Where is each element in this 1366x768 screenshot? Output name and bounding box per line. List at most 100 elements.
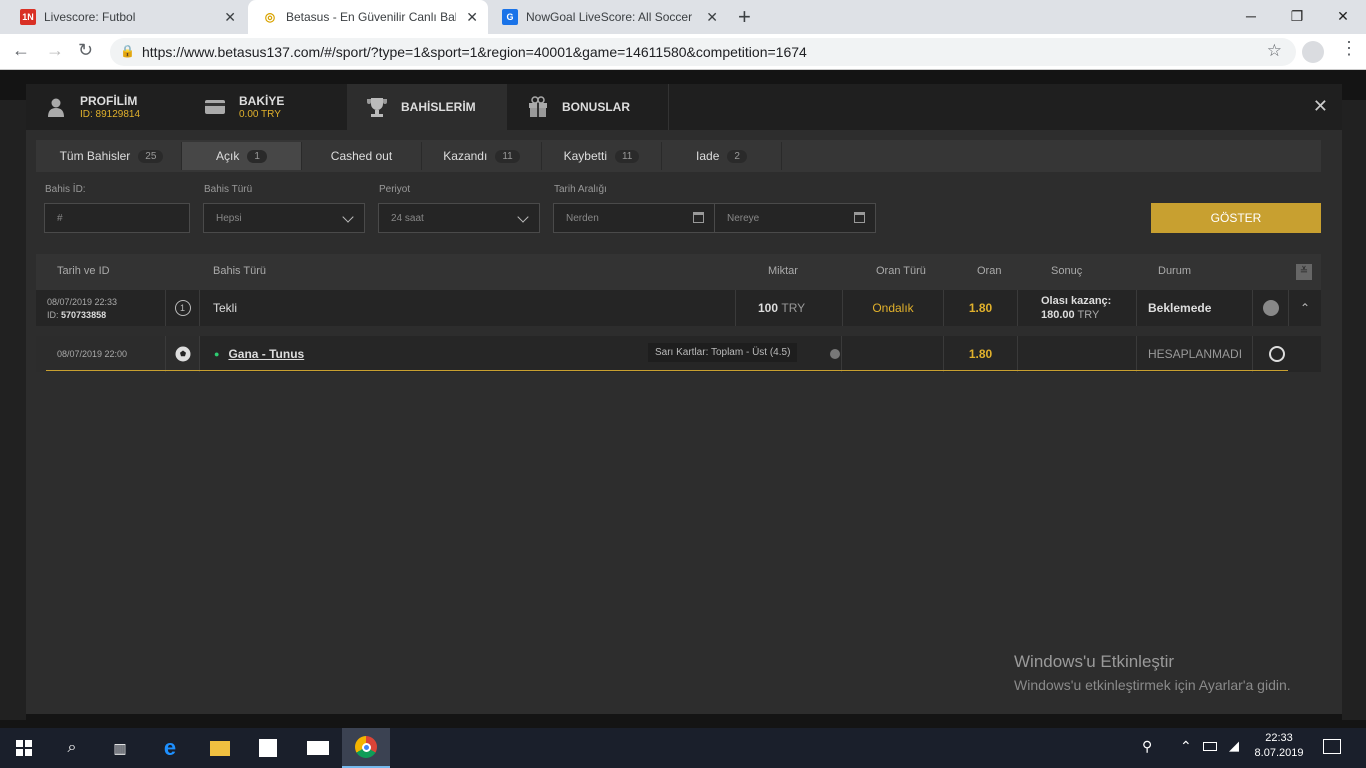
browser-tab-strip: 1N Livescore: Futbol ✕ ◎ Betasus - En Gü… bbox=[0, 0, 1366, 34]
tab-title: Betasus - En Güvenilir Canlı Bahis bbox=[286, 10, 456, 24]
header-date-id: Tarih ve ID bbox=[57, 265, 110, 277]
maximize-icon[interactable]: ❐ bbox=[1274, 0, 1320, 32]
notifications-icon[interactable] bbox=[1323, 739, 1341, 754]
profile-avatar-icon[interactable] bbox=[1302, 41, 1324, 63]
chevron-down-icon bbox=[517, 211, 529, 223]
date-to-input[interactable]: Nereye bbox=[714, 203, 876, 233]
filter-label: Kaybetti bbox=[563, 149, 607, 163]
clock-icon[interactable] bbox=[1269, 346, 1285, 362]
battery-icon[interactable] bbox=[1203, 742, 1217, 751]
close-tab-icon[interactable]: ✕ bbox=[466, 9, 478, 26]
filter-count: 25 bbox=[138, 149, 164, 163]
filter-tab-refund[interactable]: Iade 2 bbox=[662, 142, 782, 170]
bet-id-input[interactable]: # bbox=[44, 203, 190, 233]
calendar-icon[interactable] bbox=[854, 212, 865, 223]
chevron-up-icon[interactable]: ⌃ bbox=[1180, 738, 1192, 755]
browser-tab-betasus[interactable]: ◎ Betasus - En Güvenilir Canlı Bahis ✕ bbox=[248, 0, 488, 34]
file-explorer-icon[interactable] bbox=[196, 728, 244, 768]
selection-history-cell bbox=[1253, 336, 1321, 372]
selection-row: 08/07/2019 22:00 ● Gana - Tunus Sarı Kar… bbox=[36, 336, 1321, 372]
bet-result-cell: Olası kazanç: 180.00 TRY bbox=[1018, 290, 1137, 326]
windows-start-icon[interactable] bbox=[0, 728, 48, 768]
tab-sublabel: 0.00 TRY bbox=[239, 109, 281, 120]
back-icon[interactable]: ← bbox=[12, 40, 30, 61]
tab-title: NowGoal LiveScore: All Soccer Sc bbox=[526, 10, 696, 24]
close-tab-icon[interactable]: ✕ bbox=[224, 9, 236, 26]
clock-time: 22:33 bbox=[1265, 732, 1293, 744]
close-tab-icon[interactable]: ✕ bbox=[706, 9, 718, 26]
filter-label: Iade bbox=[696, 149, 720, 163]
date-to-placeholder: Nereye bbox=[727, 212, 760, 224]
selection-date: 08/07/2019 22:00 bbox=[57, 349, 128, 359]
bet-odds-cell: 1.80 bbox=[944, 290, 1018, 326]
bet-type: Tekli bbox=[213, 301, 238, 315]
new-tab-icon[interactable]: + bbox=[738, 4, 751, 30]
period-select[interactable]: 24 saat bbox=[378, 203, 540, 233]
edge-icon[interactable]: e bbox=[146, 728, 194, 768]
menu-kebab-icon[interactable]: ⋮ bbox=[1340, 38, 1358, 59]
tab-balance[interactable]: BAKİYE 0.00 TRY bbox=[185, 84, 346, 130]
tab-bonuses[interactable]: BONUSLAR bbox=[508, 84, 668, 130]
bet-row[interactable]: 08/07/2019 22:33 ID: 570733858 1 Tekli 1… bbox=[36, 290, 1321, 326]
task-view-icon[interactable]: ▥ bbox=[96, 728, 144, 768]
match-link[interactable]: Gana - Tunus bbox=[228, 347, 304, 361]
nowgoal-favicon-icon: G bbox=[502, 9, 518, 25]
wifi-icon[interactable]: ◢ bbox=[1229, 738, 1239, 754]
collapse-bet-icon[interactable]: ⌃ bbox=[1289, 290, 1321, 326]
tab-label: PROFİLİM bbox=[80, 94, 138, 108]
tab-label: BAHİSLERİM bbox=[401, 100, 476, 114]
selection-sport-cell bbox=[166, 336, 200, 372]
store-icon[interactable] bbox=[244, 728, 292, 768]
search-icon[interactable]: ⌕ bbox=[48, 728, 96, 768]
window-close-icon[interactable]: ✕ bbox=[1320, 0, 1366, 32]
bet-odds: 1.80 bbox=[968, 301, 993, 315]
filter-tab-all[interactable]: Tüm Bahisler 25 bbox=[42, 142, 182, 170]
date-from-input[interactable]: Nerden bbox=[553, 203, 715, 233]
collapse-all-icon[interactable]: ≚ bbox=[1296, 264, 1312, 280]
bet-history-cell bbox=[1253, 290, 1289, 326]
bookmark-star-icon[interactable]: ☆ bbox=[1267, 41, 1282, 61]
url-text: https://www.betasus137.com/#/sport/?type… bbox=[142, 44, 807, 60]
tab-title: Livescore: Futbol bbox=[44, 10, 136, 24]
close-modal-icon[interactable]: ✕ bbox=[1313, 96, 1328, 117]
selection-result-cell bbox=[1018, 336, 1137, 372]
forward-icon[interactable]: → bbox=[46, 40, 64, 61]
tab-divider bbox=[668, 84, 669, 130]
bet-type-select[interactable]: Hepsi bbox=[203, 203, 365, 233]
date-range-label: Tarih Aralığı bbox=[554, 184, 607, 195]
filter-tab-lost[interactable]: Kaybetti 11 bbox=[542, 142, 662, 170]
reload-icon[interactable]: ↻ bbox=[78, 40, 93, 61]
minimize-icon[interactable]: ─ bbox=[1228, 0, 1274, 32]
clock-area[interactable]: 22:33 8.07.2019 bbox=[1252, 732, 1306, 759]
browser-tab-nowgoal[interactable]: G NowGoal LiveScore: All Soccer Sc ✕ bbox=[488, 0, 728, 34]
filter-tab-won[interactable]: Kazandı 11 bbox=[422, 142, 542, 170]
bet-id-label: Bahis İD: bbox=[45, 184, 86, 195]
people-icon[interactable]: ⚲ bbox=[1142, 738, 1152, 755]
selection-match-cell: ● Gana - Tunus Sarı Kartlar: Toplam - Üs… bbox=[200, 336, 842, 372]
tab-my-bets[interactable]: BAHİSLERİM bbox=[347, 84, 507, 130]
address-bar[interactable]: 🔒 https://www.betasus137.com/#/sport/?ty… bbox=[110, 38, 1296, 66]
gift-icon bbox=[526, 96, 550, 118]
tab-profile[interactable]: PROFİLİM ID: 89129814 bbox=[26, 84, 184, 130]
filter-count: 1 bbox=[247, 149, 267, 163]
info-icon[interactable] bbox=[830, 349, 840, 359]
chrome-icon[interactable] bbox=[342, 728, 390, 768]
bet-type-label: Bahis Türü bbox=[204, 184, 253, 195]
bet-index: 1 bbox=[174, 300, 191, 316]
bet-odds-type: Ondalık bbox=[872, 301, 914, 315]
bet-id-placeholder: # bbox=[57, 212, 63, 224]
filter-tab-cashed-out[interactable]: Cashed out bbox=[302, 142, 422, 170]
wallet-icon bbox=[203, 96, 227, 118]
filter-label: Tüm Bahisler bbox=[59, 149, 131, 163]
show-button[interactable]: GÖSTER bbox=[1151, 203, 1321, 233]
mail-icon[interactable] bbox=[294, 728, 342, 768]
possible-win-value: 180.00 bbox=[1041, 309, 1075, 321]
clock-icon[interactable] bbox=[1262, 300, 1279, 316]
bet-index-cell: 1 bbox=[166, 290, 200, 326]
selection-underline bbox=[46, 370, 1288, 371]
browser-tab-livescore[interactable]: 1N Livescore: Futbol ✕ bbox=[6, 0, 246, 34]
filter-tab-open[interactable]: Açık 1 bbox=[182, 142, 302, 170]
trophy-icon bbox=[365, 96, 389, 118]
calendar-icon[interactable] bbox=[693, 212, 704, 223]
filter-count: 11 bbox=[495, 149, 520, 163]
